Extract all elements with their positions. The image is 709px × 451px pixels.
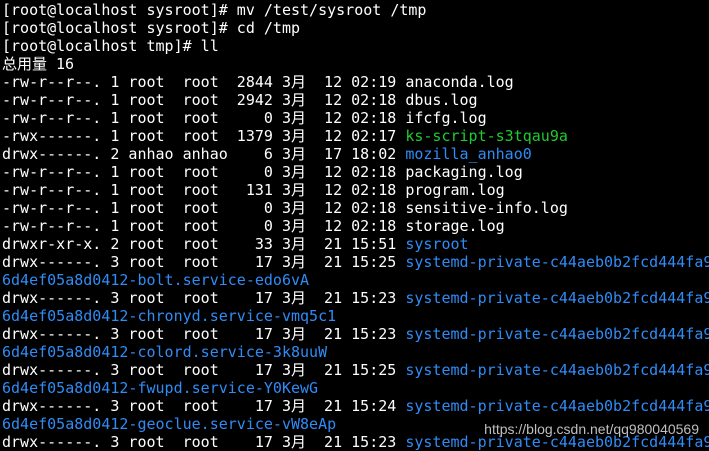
line-text: -rwx------. 1 root root 1379 3月 12 02:17 xyxy=(2,127,406,145)
listing-line: drwx------. 3 root root 17 3月 21 15:23 s… xyxy=(2,325,709,343)
listing-line: drwx------. 3 root root 17 3月 21 15:25 s… xyxy=(2,253,709,271)
listing-line: 6d4ef05a8d0412-colord.service-3k8uuW xyxy=(2,343,709,361)
line-text: drwx------. 3 root root 17 3月 21 15:24 xyxy=(2,397,406,415)
file-name: packaging.log xyxy=(405,163,523,181)
directory-name: 6d4ef05a8d0412-bolt.service-edo6vA xyxy=(2,271,310,289)
line-text: -rw-r--r--. 1 root root 0 3月 12 02:18 xyxy=(2,163,406,181)
listing-line: drwx------. 3 root root 17 3月 21 15:24 s… xyxy=(2,397,709,415)
listing-line: drwx------. 3 root root 17 3月 21 15:23 s… xyxy=(2,289,709,307)
line-text: -rw-r--r--. 1 root root 2844 3月 12 02:19 xyxy=(2,73,406,91)
line-text: 总用量 16 xyxy=(2,55,75,73)
directory-name: systemd-private-c44aeb0b2fcd444fa9 xyxy=(405,361,709,379)
line-text: drwx------. 3 root root 17 3月 21 15:23 xyxy=(2,289,406,307)
terminal-line: 总用量 16 xyxy=(2,55,709,73)
line-text: -rw-r--r--. 1 root root 0 3月 12 02:18 xyxy=(2,109,406,127)
listing-line: 6d4ef05a8d0412-fwupd.service-Y0KewG xyxy=(2,379,709,397)
line-text: -rw-r--r--. 1 root root 131 3月 12 02:18 xyxy=(2,181,406,199)
file-name: ifcfg.log xyxy=(405,109,487,127)
listing-line: -rw-r--r--. 1 root root 0 3月 12 02:18 pa… xyxy=(2,163,709,181)
line-text: drwx------. 3 root root 17 3月 21 15:25 xyxy=(2,253,406,271)
watermark-text: https://blog.csdn.net/qq980040569 xyxy=(484,421,699,437)
line-text: drwx------. 2 anhao anhao 6 3月 17 18:02 xyxy=(2,145,406,163)
listing-line: 6d4ef05a8d0412-chronyd.service-vmq5c1 xyxy=(2,307,709,325)
listing-line: -rw-r--r--. 1 root root 0 3月 12 02:18 se… xyxy=(2,199,709,217)
listing-line: drwx------. 3 root root 17 3月 21 15:25 s… xyxy=(2,361,709,379)
listing-line: -rw-r--r--. 1 root root 131 3月 12 02:18 … xyxy=(2,181,709,199)
listing-line: 6d4ef05a8d0412-bolt.service-edo6vA xyxy=(2,271,709,289)
directory-name: sysroot xyxy=(405,235,469,253)
line-text: drwxr-xr-x. 2 root root 33 3月 21 15:51 xyxy=(2,235,406,253)
line-text: -rw-r--r--. 1 root root 2942 3月 12 02:18 xyxy=(2,91,406,109)
directory-name: systemd-private-c44aeb0b2fcd444fa9 xyxy=(405,325,709,343)
listing-line: -rwx------. 1 root root 1379 3月 12 02:17… xyxy=(2,127,709,145)
line-text: drwx------. 3 root root 17 3月 21 15:23 xyxy=(2,325,406,343)
terminal-output[interactable]: [root@localhost sysroot]# mv /test/sysro… xyxy=(2,1,709,451)
listing-line: -rw-r--r--. 1 root root 2844 3月 12 02:19… xyxy=(2,73,709,91)
listing-line: -rw-r--r--. 1 root root 2942 3月 12 02:18… xyxy=(2,91,709,109)
terminal-line: [root@localhost tmp]# ll xyxy=(2,37,709,55)
listing-line: drwxr-xr-x. 2 root root 33 3月 21 15:51 s… xyxy=(2,235,709,253)
listing-line: drwx------. 2 anhao anhao 6 3月 17 18:02 … xyxy=(2,145,709,163)
file-name: sensitive-info.log xyxy=(405,199,568,217)
directory-name: 6d4ef05a8d0412-chronyd.service-vmq5c1 xyxy=(2,307,337,325)
directory-name: 6d4ef05a8d0412-geoclue.service-vW8eAp xyxy=(2,415,337,433)
line-text: [root@localhost tmp]# ll xyxy=(2,37,219,55)
file-name: storage.log xyxy=(405,217,505,235)
file-name: anaconda.log xyxy=(405,73,514,91)
line-text: [root@localhost sysroot]# cd /tmp xyxy=(2,19,301,37)
directory-name: 6d4ef05a8d0412-colord.service-3k8uuW xyxy=(2,343,328,361)
directory-name: systemd-private-c44aeb0b2fcd444fa9 xyxy=(405,253,709,271)
line-text: -rw-r--r--. 1 root root 0 3月 12 02:18 xyxy=(2,217,406,235)
line-text: drwx------. 3 root root 17 3月 21 15:23 xyxy=(2,433,406,451)
listing-line: -rw-r--r--. 1 root root 0 3月 12 02:18 if… xyxy=(2,109,709,127)
terminal-line: [root@localhost sysroot]# cd /tmp xyxy=(2,19,709,37)
directory-name: mozilla_anhao0 xyxy=(405,145,532,163)
directory-name: 6d4ef05a8d0412-fwupd.service-Y0KewG xyxy=(2,379,319,397)
directory-name: systemd-private-c44aeb0b2fcd444fa9 xyxy=(405,397,709,415)
line-text: drwx------. 3 root root 17 3月 21 15:25 xyxy=(2,361,406,379)
executable-name: ks-script-s3tqau9a xyxy=(405,127,568,145)
line-text: [root@localhost sysroot]# mv /test/sysro… xyxy=(2,1,427,19)
file-name: dbus.log xyxy=(405,91,478,109)
directory-name: systemd-private-c44aeb0b2fcd444fa9 xyxy=(405,289,709,307)
terminal-line: [root@localhost sysroot]# mv /test/sysro… xyxy=(2,1,709,19)
file-name: program.log xyxy=(405,181,505,199)
listing-line: -rw-r--r--. 1 root root 0 3月 12 02:18 st… xyxy=(2,217,709,235)
line-text: -rw-r--r--. 1 root root 0 3月 12 02:18 xyxy=(2,199,406,217)
